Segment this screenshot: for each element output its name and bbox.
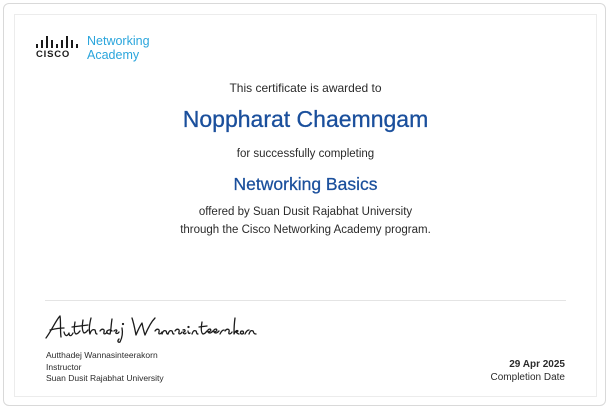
signature-image	[45, 315, 257, 343]
completion-date: 29 Apr 2025	[509, 359, 565, 370]
cisco-bars-icon	[36, 36, 81, 48]
instructor-role: Instructor	[46, 361, 82, 372]
offered-by-line: offered by Suan Dusit Rajabhat Universit…	[198, 206, 413, 218]
cisco-networking-academy-logo: CISCO Networking Academy	[36, 34, 150, 64]
recipient-name: Noppharat Chaemngam	[182, 106, 429, 132]
instructor-name: Autthadej Wannasinteerakorn	[46, 350, 158, 360]
completing-text: for successfully completing	[236, 148, 375, 160]
academy-wordmark: Networking Academy	[87, 34, 150, 62]
certificate-page: CISCO Networking Academy This certificat…	[0, 0, 611, 411]
awarded-text: This certificate is awarded to	[229, 81, 382, 95]
instructor-institution: Suan Dusit Rajabhat University	[46, 373, 164, 383]
cisco-wordmark: CISCO	[36, 49, 71, 60]
completion-info: 29 Apr 2025 Completion Date	[491, 358, 565, 384]
completion-date-label: Completion Date	[490, 372, 565, 383]
academy-line-1: Networking	[87, 34, 150, 48]
instructor-info: Autthadej Wannasinteerakorn Instructor S…	[46, 350, 164, 385]
signature-divider	[45, 300, 566, 301]
academy-line-2: Academy	[87, 47, 140, 62]
cisco-logo: CISCO	[36, 36, 81, 60]
instructor-signature	[42, 310, 262, 346]
course-name: Networking Basics	[233, 174, 378, 194]
program-line: through the Cisco Networking Academy pro…	[180, 224, 431, 236]
